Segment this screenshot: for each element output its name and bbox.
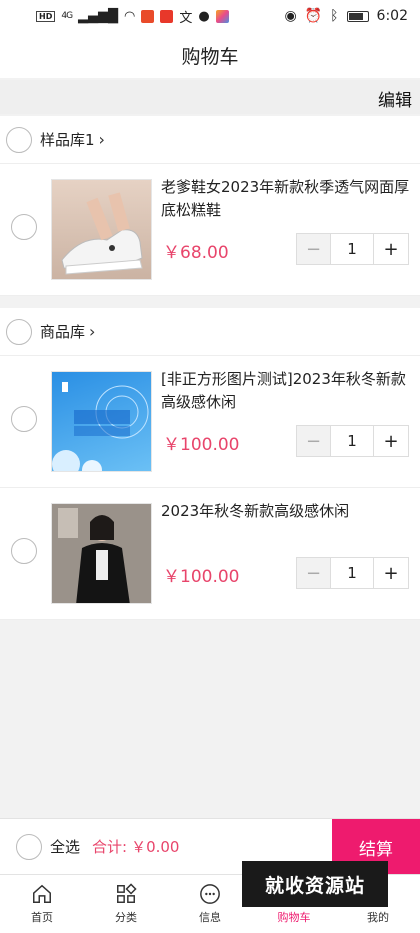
chevron-right-icon[interactable]: › xyxy=(89,322,95,341)
status-bar: HD 4G ▂▄▆█ ◠ 文 ● ◉ ⏰ ᛒ 6:02 xyxy=(0,0,420,32)
shop-name[interactable]: 样品库1 xyxy=(40,129,95,150)
eye-icon: ◉ xyxy=(284,8,297,24)
edit-button[interactable]: 编辑 xyxy=(378,86,412,111)
app-notification-icon xyxy=(215,9,229,23)
total-label: 合计: xyxy=(92,838,128,856)
quantity-stepper: − 1 + xyxy=(296,425,409,457)
translate-icon: 文 xyxy=(179,10,193,26)
quantity-stepper: − 1 + xyxy=(296,557,409,589)
chevron-right-icon[interactable]: › xyxy=(99,130,105,149)
product-title[interactable]: [非正方形图片测试]2023年秋冬新款高级感休闲 xyxy=(161,368,411,414)
cart-item: 2023年秋冬新款高级感休闲 ￥100.00 − 1 + xyxy=(0,488,420,620)
tab-message[interactable]: 信息 xyxy=(168,875,252,933)
shop-section: 商品库 › [非正方形图片测试]2023年秋冬新款高级感休闲 ￥100.00 −… xyxy=(0,308,420,620)
total-value: ￥0.00 xyxy=(131,838,180,856)
select-all-radio[interactable] xyxy=(16,833,42,860)
app-notification-icon xyxy=(141,9,155,23)
category-icon xyxy=(117,883,137,903)
signal-label: 4G xyxy=(61,11,73,21)
page-title: 购物车 xyxy=(181,45,239,68)
app-notification-icon xyxy=(160,9,174,23)
tab-label: 我的 xyxy=(367,911,389,924)
tab-category[interactable]: 分类 xyxy=(84,875,168,933)
home-icon xyxy=(33,884,51,903)
quantity-value[interactable]: 1 xyxy=(331,234,374,264)
nav-bar: 购物车 xyxy=(0,32,420,78)
status-right: ◉ ⏰ ᛒ 6:02 xyxy=(284,8,408,24)
alarm-icon: ⏰ xyxy=(304,8,323,24)
product-image[interactable] xyxy=(51,179,152,280)
cart-item: [非正方形图片测试]2023年秋冬新款高级感休闲 ￥100.00 − 1 + xyxy=(0,356,420,488)
tab-home[interactable]: 首页 xyxy=(0,875,84,933)
tab-label: 分类 xyxy=(115,911,137,924)
battery-icon xyxy=(346,10,369,22)
product-title[interactable]: 2023年秋冬新款高级感休闲 xyxy=(161,500,411,523)
watermark-overlay: 就收资源站 xyxy=(242,861,388,907)
status-left: HD 4G ▂▄▆█ ◠ 文 ● xyxy=(36,7,229,26)
select-all-label[interactable]: 全选 xyxy=(50,836,80,857)
clock: 6:02 xyxy=(376,8,408,24)
tab-label: 购物车 xyxy=(277,911,311,924)
decrease-button[interactable]: − xyxy=(297,234,331,264)
tab-label: 信息 xyxy=(199,911,221,924)
product-price: ￥100.00 xyxy=(163,435,240,455)
bluetooth-icon: ᛒ xyxy=(330,8,339,24)
tab-label: 首页 xyxy=(31,911,53,924)
decrease-button[interactable]: − xyxy=(297,558,331,588)
quantity-value[interactable]: 1 xyxy=(331,558,374,588)
product-image[interactable] xyxy=(51,371,152,472)
woman-coat-photo-icon xyxy=(52,504,151,603)
decrease-button[interactable]: − xyxy=(297,426,331,456)
product-price: ￥68.00 xyxy=(163,243,229,263)
blue-banner-photo-icon xyxy=(52,382,149,471)
quantity-stepper: − 1 + xyxy=(296,233,409,265)
shop-header: 商品库 › xyxy=(0,308,420,356)
increase-button[interactable]: + xyxy=(374,426,408,456)
signal-icon: ▂▄▆█ xyxy=(78,8,119,24)
hd-indicator: HD xyxy=(36,10,56,22)
quantity-value[interactable]: 1 xyxy=(331,426,374,456)
item-select-radio[interactable] xyxy=(11,406,37,432)
product-image[interactable] xyxy=(51,503,152,604)
shop-select-radio[interactable] xyxy=(6,318,32,345)
product-title[interactable]: 老爹鞋女2023年新款秋季透气网面厚底松糕鞋 xyxy=(161,176,411,222)
chat-bubble-icon: ● xyxy=(198,8,210,24)
shop-section: 样品库1 › 老爹鞋女2023年新款秋季透气网面厚底松糕鞋 ￥68.00 − 1… xyxy=(0,116,420,296)
item-select-radio[interactable] xyxy=(11,538,37,564)
item-select-radio[interactable] xyxy=(11,214,37,240)
product-price: ￥100.00 xyxy=(163,567,240,587)
sneaker-photo-icon xyxy=(61,192,143,275)
increase-button[interactable]: + xyxy=(374,234,408,264)
increase-button[interactable]: + xyxy=(374,558,408,588)
message-icon xyxy=(200,884,220,904)
shop-header: 样品库1 › xyxy=(0,116,420,164)
shop-select-radio[interactable] xyxy=(6,126,32,153)
edit-bar: 编辑 xyxy=(0,80,420,114)
wifi-icon: ◠ xyxy=(124,8,136,24)
shop-name[interactable]: 商品库 xyxy=(40,321,85,342)
cart-item: 老爹鞋女2023年新款秋季透气网面厚底松糕鞋 ￥68.00 − 1 + xyxy=(0,164,420,296)
